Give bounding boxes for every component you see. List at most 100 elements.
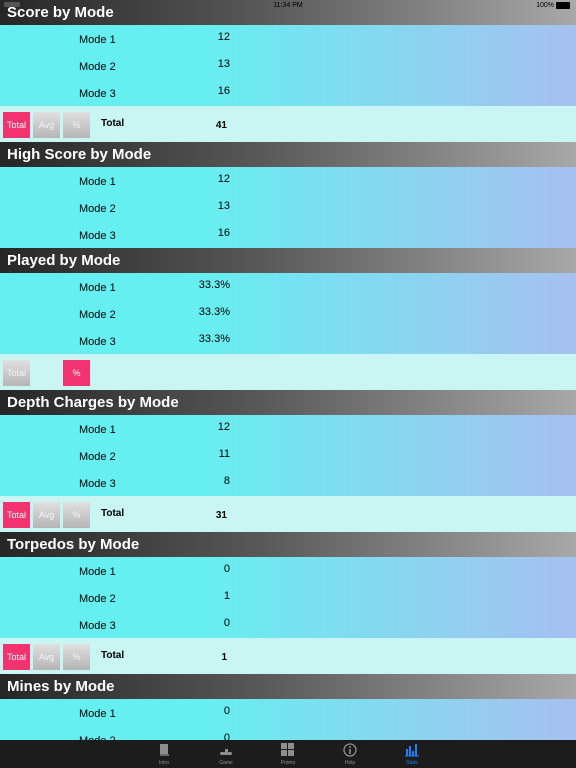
section-title: Mines by Mode [0,674,576,699]
total-label: Total [101,508,125,519]
tab-label: Game [219,760,233,766]
mode-label: Mode 1 [79,566,116,578]
mode-label: Mode 2 [79,203,116,215]
mode-row: Mode 1 12 [0,415,576,442]
mode-value: 16 [217,227,230,239]
mode-value: 33.3% [198,306,230,318]
tab-intro[interactable]: Intro [133,740,195,768]
battery-icon [556,2,570,9]
stat-percent-button[interactable]: % [63,644,90,670]
mode-label: Mode 1 [79,708,116,720]
mode-label: Mode 1 [79,176,116,188]
submarine-icon [219,743,233,757]
mode-label: Mode 3 [79,336,116,348]
section-title: Depth Charges by Mode [0,390,576,415]
mode-row: Mode 2 11 [0,442,576,469]
mode-label: Mode 2 [79,309,116,321]
stat-avg-button[interactable]: Avg [33,112,60,138]
stats-section: Torpedos by Mode Mode 1 0 Mode 2 1 Mode 3 0 Tot… [0,532,576,674]
mode-value: 0 [223,705,230,717]
stat-percent-button[interactable]: % [63,360,90,386]
totals-row: Total Avg% Total 41 [0,106,576,142]
stats-list[interactable]: Score by Mode Mode 1 12 Mode 2 13 Mode 3 16 Tot… [0,0,576,753]
totals-row: Total Avg% Total 1 [0,638,576,674]
mode-row: Mode 3 33.3% [0,327,576,354]
mode-row: Mode 1 0 [0,699,576,726]
mode-row: Mode 2 33.3% [0,300,576,327]
mode-label: Mode 1 [79,282,116,294]
mode-row: Mode 2 13 [0,194,576,221]
stats-section: Score by Mode Mode 1 12 Mode 2 13 Mode 3 16 Tot… [0,0,576,142]
stat-total-button[interactable]: Total [3,502,30,528]
mode-label: Mode 2 [79,593,116,605]
total-value: 31 [215,510,227,521]
mode-value: 13 [217,58,230,70]
section-rows: Mode 1 12 Mode 2 11 Mode 3 8 [0,415,576,496]
total-value: 41 [215,120,227,131]
mode-value: 1 [223,590,230,602]
stat-avg-button[interactable]: Avg [33,644,60,670]
stat-total-button[interactable]: Total [3,644,30,670]
stat-avg-button[interactable]: Avg [33,502,60,528]
mode-row: Mode 1 33.3% [0,273,576,300]
status-bar: 11:34 PM 100% [0,0,576,12]
section-rows: Mode 1 33.3% Mode 2 33.3% Mode 3 33.3% [0,273,576,354]
totals-row: Total% [0,354,576,390]
tab-label: Stats [406,760,418,766]
mode-value: 0 [223,617,230,629]
mode-row: Mode 3 16 [0,221,576,248]
mode-label: Mode 3 [79,478,116,490]
info-icon [343,743,357,757]
stat-percent-button[interactable]: % [63,502,90,528]
mode-label: Mode 3 [79,620,116,632]
mode-value: 8 [223,475,230,487]
mode-label: Mode 3 [79,88,116,100]
mode-label: Mode 2 [79,61,116,73]
section-title: Torpedos by Mode [0,532,576,557]
grid-icon [281,743,295,757]
stat-total-button[interactable]: Total [3,360,30,386]
tab-help[interactable]: Help [319,740,381,768]
mode-value: 12 [217,31,230,43]
section-title: Played by Mode [0,248,576,273]
mode-label: Mode 2 [79,451,116,463]
section-title: High Score by Mode [0,142,576,167]
battery-percent: 100% [536,2,554,9]
mode-value: 13 [217,200,230,212]
mode-value: 0 [223,563,230,575]
tab-bar: Intro Game Promo Help Stats [0,740,576,768]
total-value: 1 [221,652,227,663]
book-icon [157,743,171,757]
mode-label: Mode 1 [79,34,116,46]
mode-value: 12 [217,173,230,185]
section-rows: Mode 1 12 Mode 2 13 Mode 3 16 [0,25,576,106]
tab-label: Intro [158,760,169,766]
mode-row: Mode 3 16 [0,79,576,106]
status-time: 11:34 PM [273,2,303,9]
stat-total-button[interactable]: Total [3,112,30,138]
totals-row: Total Avg% Total 31 [0,496,576,532]
stats-section: High Score by Mode Mode 1 12 Mode 2 13 Mode 3… [0,142,576,248]
mode-label: Mode 3 [79,230,116,242]
total-label: Total [101,118,125,129]
mode-row: Mode 1 0 [0,557,576,584]
tab-game[interactable]: Game [195,740,257,768]
stat-percent-button[interactable]: % [63,112,90,138]
section-rows: Mode 1 0 Mode 2 1 Mode 3 0 [0,557,576,638]
mode-row: Mode 3 8 [0,469,576,496]
mode-row: Mode 2 13 [0,52,576,79]
mode-value: 33.3% [198,333,230,345]
section-rows: Mode 1 12 Mode 2 13 Mode 3 16 [0,167,576,248]
tab-label: Promo [280,760,296,766]
stats-icon [405,743,419,757]
mode-row: Mode 1 12 [0,25,576,52]
mode-row: Mode 3 0 [0,611,576,638]
mode-value: 16 [217,85,230,97]
stats-section: Played by Mode Mode 1 33.3% Mode 2 33.3% Mode… [0,248,576,390]
mode-value: 11 [218,448,230,460]
mode-row: Mode 2 1 [0,584,576,611]
mode-label: Mode 1 [79,424,116,436]
tab-promo[interactable]: Promo [257,740,319,768]
tab-stats[interactable]: Stats [381,740,443,768]
mode-value: 12 [217,421,230,433]
